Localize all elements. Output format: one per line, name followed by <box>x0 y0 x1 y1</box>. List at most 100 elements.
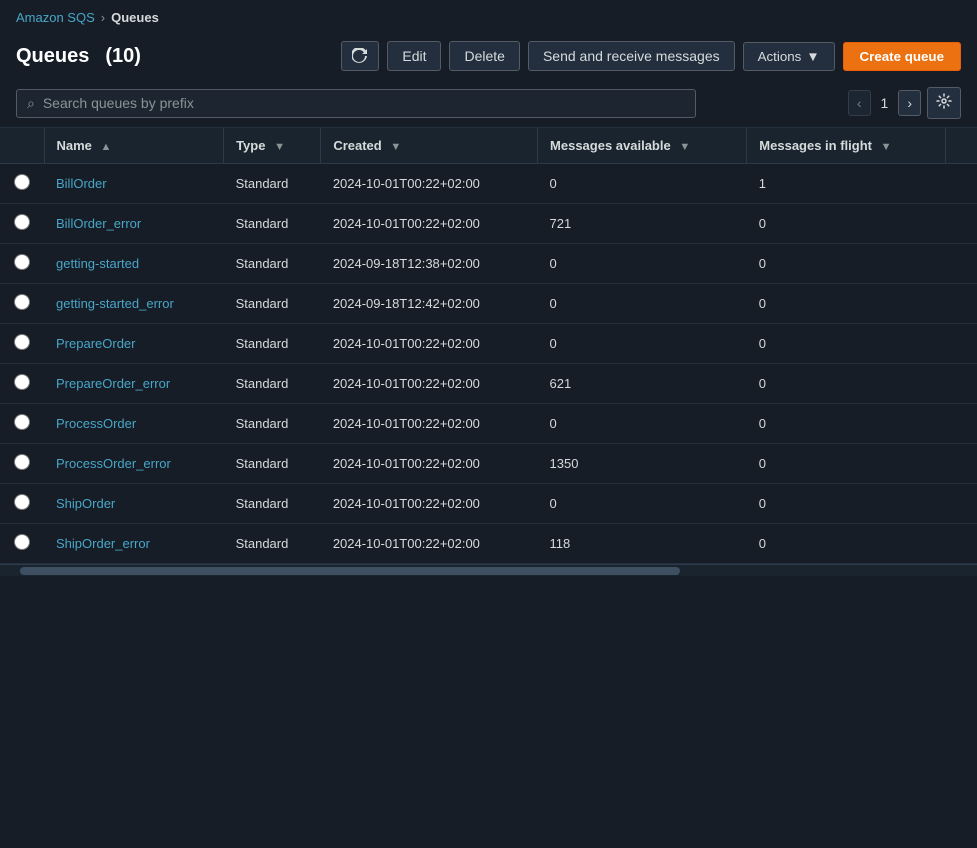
td-select <box>0 404 44 444</box>
td-select <box>0 204 44 244</box>
td-messages-in-flight: 0 <box>747 284 946 324</box>
table-row: BillOrder_error Standard 2024-10-01T00:2… <box>0 204 977 244</box>
td-messages-in-flight: 1 <box>747 164 946 204</box>
header-bar: Queues (10) Edit Delete Send and receive… <box>0 33 977 79</box>
td-type: Standard <box>224 404 321 444</box>
td-type: Standard <box>224 164 321 204</box>
breadcrumb-parent-link[interactable]: Amazon SQS <box>16 10 95 25</box>
td-messages-in-flight: 0 <box>747 364 946 404</box>
create-queue-button[interactable]: Create queue <box>843 42 961 71</box>
td-type: Standard <box>224 524 321 564</box>
th-messages-available-sort: ▼ <box>679 141 690 153</box>
td-messages-available: 721 <box>538 204 747 244</box>
delete-button[interactable]: Delete <box>449 41 519 71</box>
queues-table: Name ▲ Type ▼ Created ▼ Messages availab… <box>0 128 977 564</box>
td-messages-in-flight: 0 <box>747 484 946 524</box>
queue-name-link[interactable]: ShipOrder_error <box>56 536 150 551</box>
row-radio-9[interactable] <box>14 534 30 550</box>
td-name: PrepareOrder <box>44 324 224 364</box>
table-row: ShipOrder Standard 2024-10-01T00:22+02:0… <box>0 484 977 524</box>
row-radio-2[interactable] <box>14 254 30 270</box>
queue-name-link[interactable]: ProcessOrder <box>56 416 136 431</box>
td-name: BillOrder <box>44 164 224 204</box>
row-radio-5[interactable] <box>14 374 30 390</box>
th-type-sort: ▼ <box>274 141 285 153</box>
queue-name-link[interactable]: getting-started <box>56 256 139 271</box>
queue-name-link[interactable]: ShipOrder <box>56 496 115 511</box>
td-type: Standard <box>224 204 321 244</box>
edit-button[interactable]: Edit <box>387 41 441 71</box>
queue-count: (10) <box>105 45 141 68</box>
queue-name-link[interactable]: BillOrder <box>56 176 107 191</box>
th-created[interactable]: Created ▼ <box>321 128 538 164</box>
row-radio-6[interactable] <box>14 414 30 430</box>
td-messages-in-flight: 0 <box>747 444 946 484</box>
td-messages-available: 1350 <box>538 444 747 484</box>
page-title: Queues <box>16 45 89 68</box>
td-extra <box>946 484 977 524</box>
actions-label: Actions <box>758 49 802 64</box>
td-created: 2024-10-01T00:22+02:00 <box>321 364 538 404</box>
th-created-sort: ▼ <box>390 141 401 153</box>
th-messages-available-label: Messages available <box>550 138 671 153</box>
td-messages-in-flight: 0 <box>747 324 946 364</box>
row-radio-0[interactable] <box>14 174 30 190</box>
queue-name-link[interactable]: getting-started_error <box>56 296 174 311</box>
td-messages-available: 621 <box>538 364 747 404</box>
table-row: getting-started_error Standard 2024-09-1… <box>0 284 977 324</box>
pagination-next-button[interactable]: › <box>898 90 921 116</box>
settings-icon <box>936 93 952 109</box>
td-created: 2024-10-01T00:22+02:00 <box>321 484 538 524</box>
breadcrumb-current: Queues <box>111 10 159 25</box>
th-messages-in-flight-sort: ▼ <box>881 141 892 153</box>
th-type[interactable]: Type ▼ <box>224 128 321 164</box>
pagination-prev-button[interactable]: ‹ <box>848 90 871 116</box>
row-radio-3[interactable] <box>14 294 30 310</box>
td-messages-available: 0 <box>538 244 747 284</box>
actions-button[interactable]: Actions ▼ <box>743 42 835 71</box>
td-messages-available: 0 <box>538 404 747 444</box>
pagination-controls: ‹ 1 › <box>848 87 961 119</box>
td-name: ShipOrder <box>44 484 224 524</box>
td-created: 2024-09-18T12:38+02:00 <box>321 244 538 284</box>
refresh-icon <box>352 48 368 64</box>
table-row: ProcessOrder_error Standard 2024-10-01T0… <box>0 444 977 484</box>
td-extra <box>946 244 977 284</box>
th-messages-available[interactable]: Messages available ▼ <box>538 128 747 164</box>
row-radio-8[interactable] <box>14 494 30 510</box>
td-extra <box>946 404 977 444</box>
th-messages-in-flight[interactable]: Messages in flight ▼ <box>747 128 946 164</box>
td-messages-in-flight: 0 <box>747 404 946 444</box>
search-input[interactable] <box>43 95 685 111</box>
table-row: PrepareOrder_error Standard 2024-10-01T0… <box>0 364 977 404</box>
th-name-label: Name <box>57 138 92 153</box>
th-name-sort: ▲ <box>101 141 112 153</box>
th-name[interactable]: Name ▲ <box>44 128 224 164</box>
settings-button[interactable] <box>927 87 961 119</box>
row-radio-4[interactable] <box>14 334 30 350</box>
row-radio-1[interactable] <box>14 214 30 230</box>
table-body: BillOrder Standard 2024-10-01T00:22+02:0… <box>0 164 977 564</box>
td-select <box>0 444 44 484</box>
table-row: ProcessOrder Standard 2024-10-01T00:22+0… <box>0 404 977 444</box>
queue-name-link[interactable]: ProcessOrder_error <box>56 456 171 471</box>
td-created: 2024-10-01T00:22+02:00 <box>321 204 538 244</box>
queue-name-link[interactable]: PrepareOrder_error <box>56 376 170 391</box>
pagination-page: 1 <box>877 95 893 111</box>
td-messages-available: 118 <box>538 524 747 564</box>
queue-name-link[interactable]: BillOrder_error <box>56 216 141 231</box>
td-created: 2024-10-01T00:22+02:00 <box>321 324 538 364</box>
td-messages-available: 0 <box>538 484 747 524</box>
scroll-indicator[interactable] <box>0 564 977 576</box>
td-name: ProcessOrder <box>44 404 224 444</box>
refresh-button[interactable] <box>341 41 379 71</box>
scroll-thumb <box>20 567 680 575</box>
row-radio-7[interactable] <box>14 454 30 470</box>
td-name: getting-started_error <box>44 284 224 324</box>
td-name: BillOrder_error <box>44 204 224 244</box>
td-messages-in-flight: 0 <box>747 244 946 284</box>
td-type: Standard <box>224 244 321 284</box>
send-receive-button[interactable]: Send and receive messages <box>528 41 735 71</box>
th-created-label: Created <box>333 138 381 153</box>
queue-name-link[interactable]: PrepareOrder <box>56 336 135 351</box>
